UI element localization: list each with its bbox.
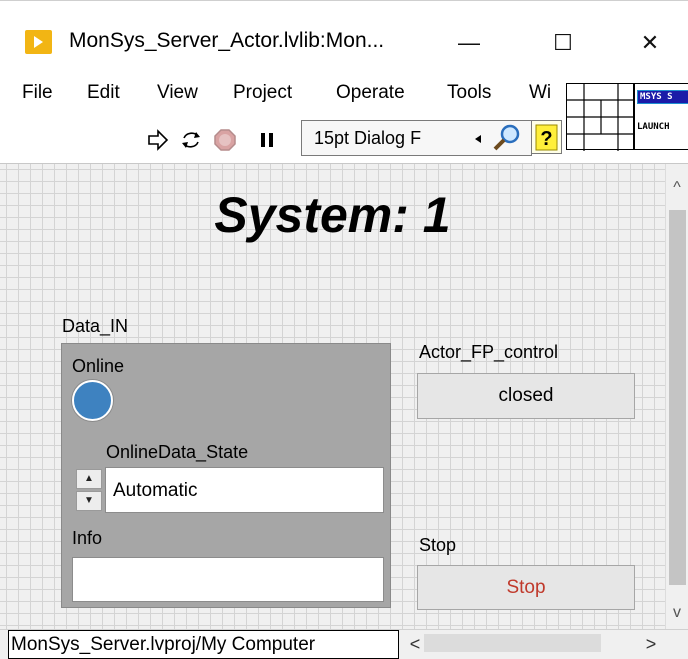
menu-project[interactable]: Project [233, 82, 292, 104]
menu-tools[interactable]: Tools [447, 82, 491, 104]
pause-icon[interactable] [255, 128, 279, 152]
scroll-left-icon[interactable]: < [405, 634, 425, 654]
decrement-arrow-icon[interactable]: ▼ [76, 491, 102, 511]
info-label: Info [72, 528, 103, 548]
system-title: System: 1 [214, 187, 451, 243]
run-arrow-icon[interactable] [146, 128, 170, 152]
scroll-up-icon[interactable]: ^ [667, 178, 687, 198]
menu-file[interactable]: File [22, 82, 53, 104]
connector-pane-grid-icon [567, 84, 635, 151]
close-button[interactable]: ✕ [627, 23, 673, 63]
maximize-button[interactable]: ☐ [540, 23, 586, 63]
horizontal-scrollbar-thumb[interactable] [424, 634, 601, 652]
data-in-label: Data_IN [62, 316, 129, 336]
chevron-down-icon [475, 135, 481, 143]
vi-icon-banner: MSYS S [637, 90, 688, 104]
vi-icon-text: LAUNCH [637, 122, 670, 132]
online-led-indicator [72, 380, 113, 421]
info-field[interactable] [72, 557, 384, 602]
online-data-state-label: OnlineData_State [106, 442, 249, 462]
menu-view[interactable]: View [157, 82, 198, 104]
stop-label: Stop [419, 535, 457, 555]
help-icon: ? [535, 124, 558, 151]
title-bar[interactable]: MonSys_Server_Actor.lvlib:Mon... — ☐ ✕ [0, 0, 688, 70]
window-title: MonSys_Server_Actor.lvlib:Mon... [69, 29, 385, 52]
actor-fp-control-button[interactable]: closed [417, 373, 635, 419]
run-continuously-icon[interactable] [179, 128, 203, 152]
vi-icon[interactable]: MSYS S LAUNCH [634, 83, 688, 150]
scroll-down-icon[interactable]: v [667, 603, 687, 623]
text-settings-label: 15pt Dialog F [314, 128, 422, 148]
svg-text:?: ? [540, 128, 552, 150]
stop-button[interactable]: Stop [417, 565, 635, 610]
scroll-right-icon[interactable]: > [641, 634, 661, 654]
abort-icon[interactable] [213, 128, 237, 152]
labview-vi-icon [25, 30, 52, 54]
increment-arrow-icon[interactable]: ▲ [76, 469, 102, 489]
actor-fp-control-label: Actor_FP_control [419, 342, 559, 362]
menu-edit[interactable]: Edit [87, 82, 120, 104]
connector-pane[interactable] [566, 83, 635, 151]
vertical-scrollbar-thumb[interactable] [669, 210, 686, 585]
menu-window[interactable]: Wi [529, 82, 551, 104]
project-context[interactable]: MonSys_Server.lvproj/My Computer [8, 630, 399, 659]
search-icon[interactable] [489, 122, 525, 154]
online-data-state-value: Automatic [113, 480, 198, 501]
menu-operate[interactable]: Operate [336, 82, 405, 104]
online-label: Online [72, 356, 125, 376]
minimize-button[interactable]: — [446, 23, 492, 63]
